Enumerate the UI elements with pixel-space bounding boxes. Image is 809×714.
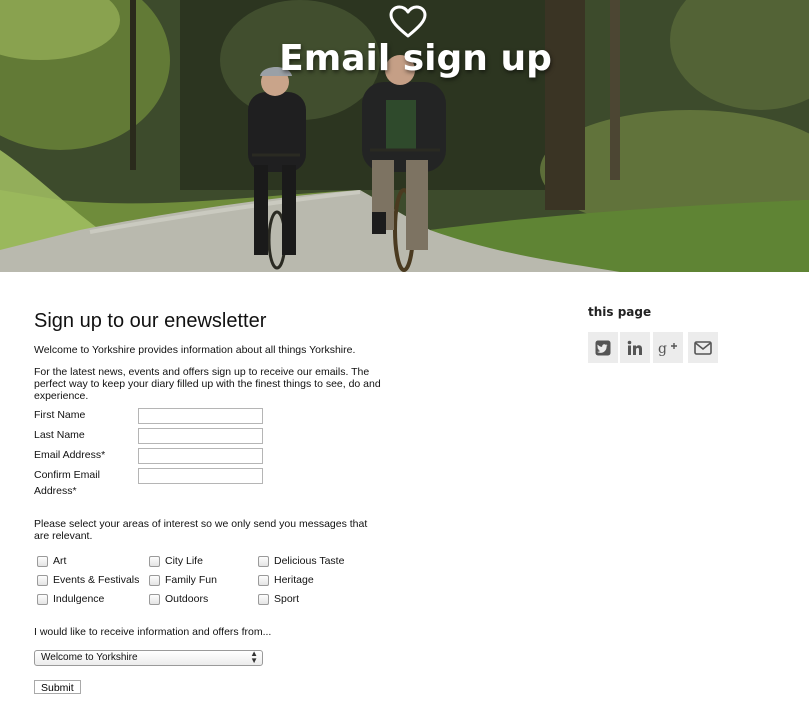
interest-label: Events & Festivals [53, 574, 140, 586]
email-label: Email Address* [34, 449, 106, 461]
twitter-icon [595, 340, 611, 355]
interest-heritage-checkbox[interactable]: Heritage [258, 573, 314, 587]
heart-outline-icon [389, 5, 427, 38]
checkbox-box[interactable] [149, 555, 160, 567]
interest-sport-checkbox[interactable]: Sport [258, 592, 299, 606]
twitter-share-button[interactable] [588, 332, 618, 363]
last-name-field[interactable] [138, 428, 263, 444]
confirm-email-label: Confirm Email Address* [34, 469, 100, 497]
checkbox-box[interactable] [37, 555, 48, 567]
interest-label: Indulgence [53, 593, 105, 605]
intro-text-2: For the latest news, events and offers s… [34, 366, 381, 402]
interests-instructions: Please select your areas of interest so … [34, 518, 368, 542]
checkbox-box[interactable] [258, 593, 269, 605]
first-name-label: First Name [34, 409, 86, 421]
offers-selected-value: Welcome to Yorkshire [41, 652, 138, 663]
linkedin-icon [627, 340, 642, 355]
interest-label: City Life [165, 555, 203, 567]
hero-banner: Email sign up [0, 0, 809, 272]
select-arrows-icon: ▲ ▼ [250, 649, 258, 665]
linkedin-share-button[interactable] [620, 332, 650, 363]
first-name-field[interactable] [138, 408, 263, 424]
interest-city-life-checkbox[interactable]: City Life [149, 554, 203, 568]
checkbox-box[interactable] [258, 574, 269, 586]
checkbox-box[interactable] [149, 593, 160, 605]
email-share-button[interactable] [688, 332, 718, 363]
checkbox-box[interactable] [37, 574, 48, 586]
last-name-label: Last Name [34, 429, 85, 441]
checkbox-box[interactable] [37, 593, 48, 605]
google-plus-share-button[interactable]: g [653, 332, 683, 363]
email-icon [694, 340, 712, 355]
interest-family-fun-checkbox[interactable]: Family Fun [149, 573, 217, 587]
offers-select[interactable]: Welcome to Yorkshire ▲ ▼ [34, 650, 263, 666]
interest-label: Heritage [274, 574, 314, 586]
interest-indulgence-checkbox[interactable]: Indulgence [37, 592, 104, 606]
google-plus-icon: g [658, 341, 677, 356]
interest-label: Art [53, 555, 67, 567]
checkbox-box[interactable] [149, 574, 160, 586]
interest-label: Outdoors [165, 593, 209, 605]
checkbox-box[interactable] [258, 555, 269, 567]
email-field[interactable] [138, 448, 263, 464]
interest-outdoors-checkbox[interactable]: Outdoors [149, 592, 208, 606]
interest-art-checkbox[interactable]: Art [37, 554, 66, 568]
interest-delicious-taste-checkbox[interactable]: Delicious Taste [258, 554, 344, 568]
interest-label: Sport [274, 593, 300, 605]
interest-label: Delicious Taste [274, 555, 345, 567]
interest-events-festivals-checkbox[interactable]: Events & Festivals [37, 573, 139, 587]
page-title: Email sign up [279, 38, 552, 79]
svg-text:g: g [658, 341, 667, 356]
form-heading: Sign up to our enewsletter [34, 310, 267, 332]
intro-text: Welcome to Yorkshire provides informatio… [34, 344, 356, 356]
interest-label: Family Fun [165, 574, 217, 586]
confirm-email-field[interactable] [138, 468, 263, 484]
submit-button[interactable]: Submit [34, 680, 81, 694]
share-title: this page [588, 305, 652, 319]
offers-text: I would like to receive information and … [34, 626, 272, 638]
